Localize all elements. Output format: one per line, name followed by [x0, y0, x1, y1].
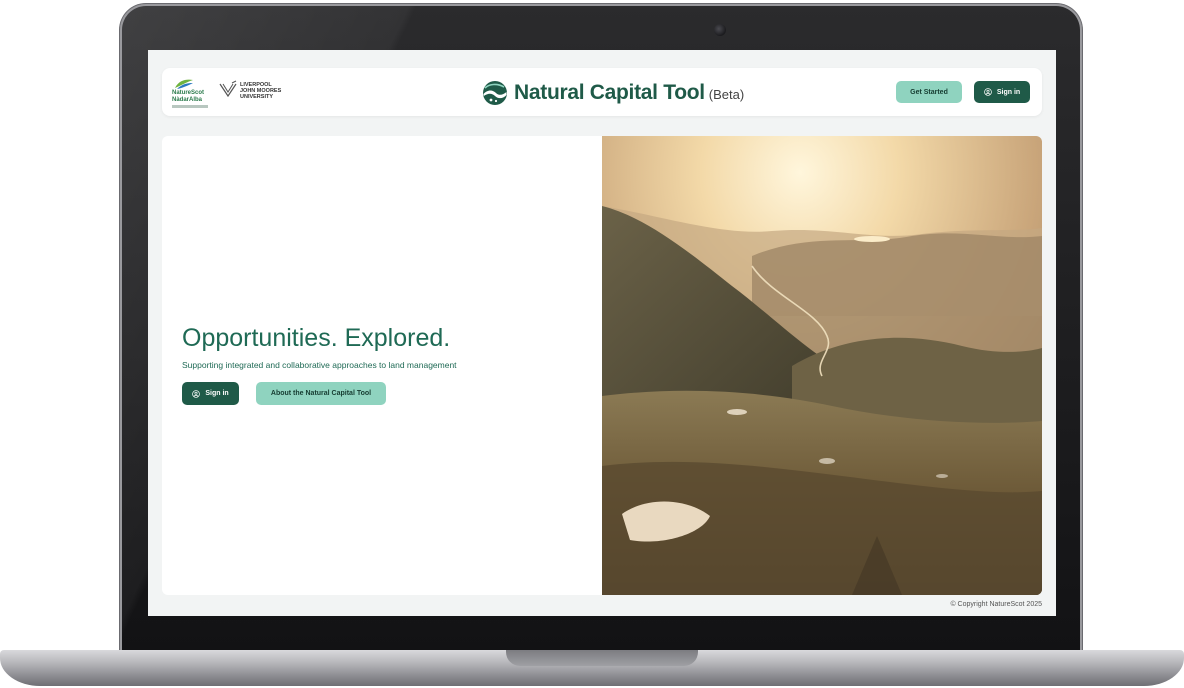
- top-header: NatureScot NàdarAlba LIVERPOOL JOHN MOOR…: [162, 68, 1042, 116]
- header-sign-in-button[interactable]: Sign in: [974, 81, 1030, 103]
- mountain-valley-sunset-image: [602, 136, 1042, 595]
- webcam: [714, 24, 726, 36]
- naturescot-logo-text: NatureScot: [172, 90, 205, 96]
- app-screen: NatureScot NàdarAlba LIVERPOOL JOHN MOOR…: [148, 50, 1056, 616]
- brand-title: Natural Capital Tool: [514, 81, 705, 104]
- hero-panel: Opportunities. Explored. Supporting inte…: [162, 136, 602, 595]
- naturescot-leaf-icon: [175, 79, 193, 89]
- copyright-text: © Copyright NatureScot 2025: [950, 601, 1042, 608]
- beta-badge: (Beta): [708, 87, 745, 102]
- hero-title: Opportunities. Explored.: [182, 324, 451, 352]
- get-started-label: Get Started: [910, 88, 948, 96]
- hero-subtitle: Supporting integrated and collaborative …: [182, 360, 457, 370]
- globe-landscape-icon: [483, 81, 507, 105]
- hero-landscape-image: [602, 136, 1042, 595]
- ljmu-logo[interactable]: LIVERPOOL JOHN MOORES UNIVERSITY: [218, 78, 288, 106]
- naturescot-tagline-bar: [172, 105, 208, 108]
- user-circle-icon: [984, 88, 992, 96]
- hero-sign-in-label: Sign in: [205, 390, 229, 397]
- header-sign-in-label: Sign in: [996, 88, 1021, 96]
- ljmu-emblem-icon: [219, 80, 237, 98]
- user-circle-icon: [192, 389, 201, 398]
- about-tool-label: About the Natural Capital Tool: [270, 390, 372, 397]
- app-brand[interactable]: Natural Capital Tool (Beta): [482, 78, 744, 108]
- ljmu-logo-text: LIVERPOOL JOHN MOORES UNIVERSITY: [240, 82, 282, 100]
- get-started-button[interactable]: Get Started: [896, 81, 962, 103]
- about-tool-button[interactable]: About the Natural Capital Tool: [256, 382, 386, 405]
- naturescot-logo[interactable]: NatureScot NàdarAlba: [172, 78, 210, 108]
- laptop-base-notch: [506, 650, 698, 666]
- nadaralba-logo-text: NàdarAlba: [172, 97, 203, 103]
- hero-sign-in-button[interactable]: Sign in: [182, 382, 239, 405]
